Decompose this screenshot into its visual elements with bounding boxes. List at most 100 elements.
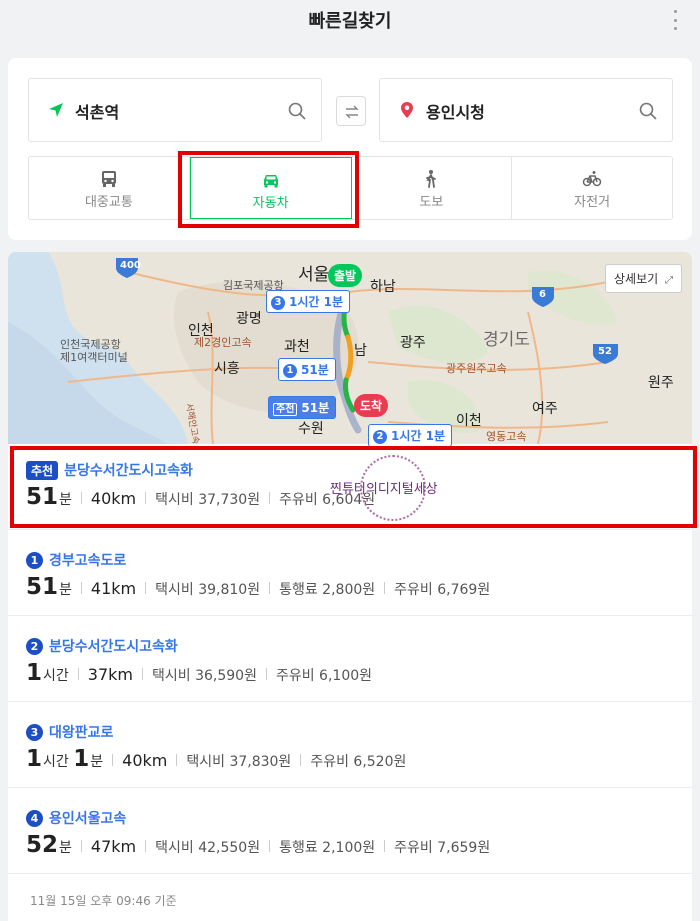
pill-number: 1 bbox=[283, 364, 297, 378]
map-pill-route-1[interactable]: 1 51분 bbox=[278, 358, 336, 381]
pill-number: 2 bbox=[373, 430, 387, 444]
route-stats: 51분 41km 택시비 39,810원 통행료 2,800원 주유비 6,769원 bbox=[26, 574, 490, 600]
distance: 47km bbox=[90, 837, 137, 856]
fuel-cost: 주유비 6,769원 bbox=[394, 582, 491, 598]
route-stats: 1시간 37km 택시비 36,590원 주유비 6,100원 bbox=[26, 660, 372, 686]
duration-value: 1 bbox=[26, 660, 43, 686]
page-title: 빠른길찾기 bbox=[308, 11, 392, 32]
tab-bicycle[interactable]: 자전거 bbox=[512, 157, 672, 219]
duration-value: 51 bbox=[26, 574, 59, 600]
navigation-arrow-icon bbox=[49, 103, 63, 117]
route-name: 4 용인서울고속 bbox=[26, 808, 126, 828]
taxi-fare: 택시비 39,810원 bbox=[155, 582, 261, 598]
more-options-icon[interactable] bbox=[672, 10, 678, 30]
swap-button[interactable] bbox=[336, 96, 366, 126]
map-label-hwy-400: 400 bbox=[120, 260, 141, 271]
route-option-3[interactable]: 3 대왕판교로 1시간 1분 40km 택시비 37,830원 주유비 6,520원 bbox=[8, 702, 692, 788]
walk-icon bbox=[426, 170, 437, 188]
map-label-hwy-6: 6 bbox=[539, 289, 546, 300]
map-label-suwon: 수원 bbox=[298, 421, 324, 437]
route-option-1[interactable]: 1 경부고속도로 51분 41km 택시비 39,810원 통행료 2,800원 주유비 … bbox=[8, 530, 692, 616]
route-title: 분당수서간도시고속화 bbox=[49, 639, 178, 655]
route-option-2[interactable]: 2 분당수서간도시고속화 1시간 37km 택시비 36,590원 주유비 6,100원 bbox=[8, 616, 692, 702]
duration-unit-minutes: 분 bbox=[90, 754, 104, 770]
map-label-yeoju: 여주 bbox=[532, 401, 558, 417]
pill-text: 51분 bbox=[301, 363, 329, 377]
tab-label: 도보 bbox=[419, 195, 444, 210]
fuel-cost: 주유비 6,100원 bbox=[275, 668, 373, 684]
destination-field[interactable]: 용인시청 bbox=[379, 78, 673, 142]
destination-value: 용인시청 bbox=[426, 103, 485, 122]
route-name: 3 대왕판교로 bbox=[26, 722, 113, 742]
detail-label: 상세보기 bbox=[614, 272, 659, 286]
fuel-cost: 주유비 7,659원 bbox=[394, 840, 491, 856]
taxi-fare: 택시비 36,590원 bbox=[152, 668, 257, 684]
map-pill-recommended[interactable]: 추천 51분 bbox=[268, 396, 337, 419]
tab-public-transit[interactable]: 대중교통 bbox=[29, 157, 190, 219]
taxi-fare: 택시비 37,830원 bbox=[186, 754, 292, 770]
map-label-hanam: 하남 bbox=[370, 279, 396, 295]
route-title: 경부고속도로 bbox=[49, 553, 127, 569]
duration-value-minutes: 1 bbox=[73, 746, 90, 772]
map-label-gwacheon: 과천 bbox=[284, 339, 310, 355]
distance: 37km bbox=[87, 665, 133, 684]
taxi-fare: 택시비 42,550원 bbox=[155, 840, 261, 856]
toll-fee: 통행료 2,100원 bbox=[279, 840, 376, 856]
pill-tag: 추천 bbox=[273, 403, 298, 416]
duration-unit: 시간 bbox=[43, 668, 69, 684]
duration-unit: 분 bbox=[59, 582, 72, 598]
tab-label: 자전거 bbox=[574, 195, 611, 210]
pill-text: 1시간 1분 bbox=[289, 295, 343, 309]
duration-unit: 시간 bbox=[43, 754, 69, 770]
map-label-gwangju-wonju: 광주원주고속 bbox=[446, 362, 507, 375]
route-option-4[interactable]: 4 용인서울고속 52분 47km 택시비 42,550원 통행료 2,100원 주유비 … bbox=[8, 788, 692, 874]
route-title: 대왕판교로 bbox=[49, 725, 114, 741]
pill-text: 1시간 1분 bbox=[391, 429, 445, 443]
map-label-terminal: 제1여객터미널 bbox=[60, 351, 128, 364]
results-card: 400 6 52 서울 김포국제공항 광명 하남 인천 인천국제공항 제1여객터… bbox=[8, 252, 692, 921]
origin-field[interactable]: 석촌역 bbox=[28, 78, 322, 142]
tab-label: 대중교통 bbox=[84, 195, 133, 210]
pill-text: 51분 bbox=[301, 401, 330, 415]
distance: 40km bbox=[122, 751, 168, 770]
start-marker[interactable]: 출발 bbox=[328, 264, 363, 287]
toll-fee: 통행료 2,800원 bbox=[279, 582, 376, 598]
highlight-box-recommended-route bbox=[10, 446, 697, 528]
map-label-siheung: 시흥 bbox=[214, 361, 240, 377]
route-title: 용인서울고속 bbox=[49, 811, 127, 827]
bus-icon bbox=[101, 171, 116, 187]
tab-walk[interactable]: 도보 bbox=[352, 157, 513, 219]
search-icon[interactable] bbox=[638, 101, 658, 121]
map-label-hwy2: 제2경인고속 bbox=[194, 336, 252, 349]
map-label-gwangmyeong: 광명 bbox=[236, 311, 262, 327]
expand-icon: ⤢ bbox=[665, 275, 673, 286]
route-number-badge: 1 bbox=[26, 552, 43, 569]
map-label-wonju: 원주 bbox=[648, 375, 674, 391]
search-icon[interactable] bbox=[287, 101, 307, 121]
bicycle-icon bbox=[582, 171, 602, 187]
duration-value: 1 bbox=[26, 746, 43, 772]
map-label-yeongdong: 영동고속 bbox=[486, 430, 527, 443]
route-name: 2 분당수서간도시고속화 bbox=[26, 636, 178, 656]
route-name: 1 경부고속도로 bbox=[26, 550, 126, 570]
map-pill-route-3[interactable]: 3 1시간 1분 bbox=[266, 290, 350, 313]
end-marker[interactable]: 도착 bbox=[354, 394, 389, 417]
map-label-hwy-52: 52 bbox=[598, 346, 612, 357]
route-map[interactable]: 400 6 52 서울 김포국제공항 광명 하남 인천 인천국제공항 제1여객터… bbox=[8, 252, 692, 447]
highlight-box-car-tab bbox=[178, 151, 359, 228]
route-stats: 1시간 1분 40km 택시비 37,830원 주유비 6,520원 bbox=[26, 746, 406, 772]
fuel-cost: 주유비 6,520원 bbox=[310, 754, 407, 770]
distance: 41km bbox=[90, 579, 137, 598]
route-number-badge: 3 bbox=[26, 724, 43, 741]
route-number-badge: 4 bbox=[26, 810, 43, 827]
duration-value: 52 bbox=[26, 832, 59, 858]
origin-value: 석촌역 bbox=[75, 103, 120, 122]
duration-unit: 분 bbox=[59, 840, 72, 856]
route-number-badge: 2 bbox=[26, 638, 43, 655]
location-pin-icon bbox=[401, 102, 413, 118]
map-label-icheon: 이천 bbox=[456, 413, 482, 429]
map-detail-button[interactable]: 상세보기 ⤢ bbox=[605, 264, 682, 293]
swap-arrows-icon bbox=[345, 105, 359, 119]
app-header: 빠른길찾기 bbox=[0, 0, 700, 40]
timestamp: 11월 15일 오후 09:46 기준 bbox=[30, 894, 177, 908]
